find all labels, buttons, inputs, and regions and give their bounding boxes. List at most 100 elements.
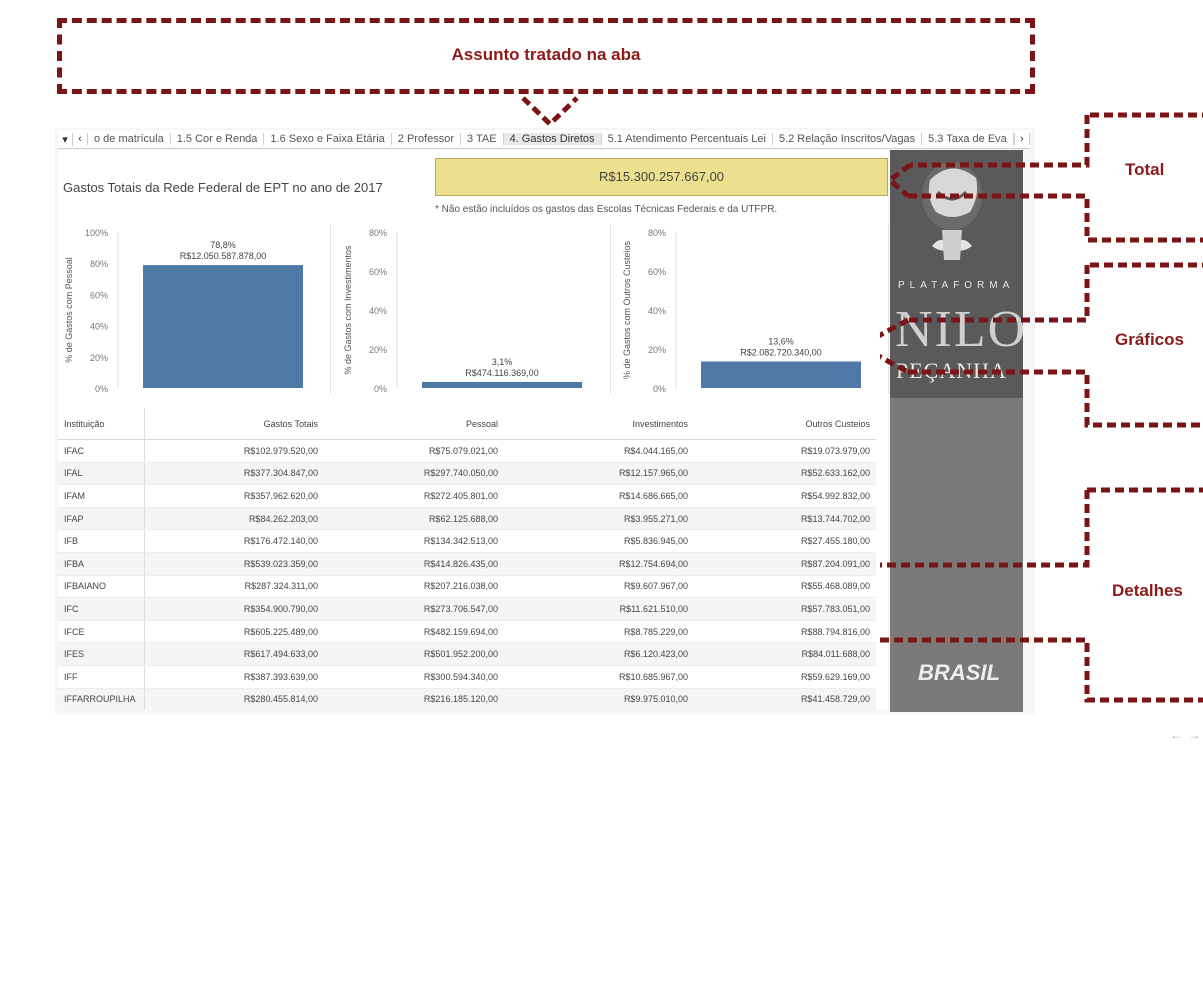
table-header[interactable]: Instituição	[58, 408, 145, 440]
value-cell: R$9.607.967,00	[504, 575, 694, 599]
bar[interactable]	[422, 381, 582, 388]
tab-gastos-diretos[interactable]: 4. Gastos Diretos	[503, 133, 602, 145]
tab-cor-renda[interactable]: 1.5 Cor e Renda	[171, 133, 265, 145]
table-row[interactable]: IFAP R$84.262.203,00 R$62.125.688,00 R$3.95…	[58, 507, 876, 531]
value-cell: R$62.125.688,00	[324, 507, 504, 531]
value-cell: R$8.785.229,00	[504, 620, 694, 644]
value-cell: R$414.826.435,00	[324, 552, 504, 576]
value-cell: R$617.494.633,00	[144, 642, 324, 666]
table-header[interactable]: Gastos Totais	[144, 408, 324, 440]
institution-cell: IFFARROUPILHA	[58, 688, 145, 710]
nav-arrows-icon[interactable]: ← →	[1170, 728, 1201, 742]
table-header[interactable]: Pessoal	[324, 408, 504, 440]
y-tick-label: 100%	[85, 228, 108, 238]
value-cell: R$273.706.547,00	[324, 597, 504, 621]
table-header[interactable]: Outros Custeios	[694, 408, 876, 440]
value-cell: R$59.629.169,00	[694, 665, 876, 689]
value-cell: R$75.079.021,00	[324, 439, 504, 463]
bar-percent-label: 78,8%	[210, 240, 236, 250]
value-cell: R$11.621.510,00	[504, 597, 694, 621]
value-cell: R$176.472.140,00	[144, 529, 324, 553]
table-row[interactable]: IFBA R$539.023.359,00 R$414.826.435,00 R$12…	[58, 552, 876, 576]
bar-amount-label: R$2.082.720.340,00	[740, 347, 822, 357]
tab-sexo-faixa[interactable]: 1.6 Sexo e Faixa Etária	[264, 133, 392, 145]
total-value-box[interactable]: R$15.300.257.667,00	[435, 158, 888, 196]
value-cell: R$52.633.162,00	[694, 462, 876, 486]
annotation-total-label: Total	[1125, 160, 1165, 179]
footnote: * Não estão incluídos os gastos das Esco…	[435, 204, 778, 215]
y-tick-label: 60%	[369, 267, 387, 277]
value-cell: R$357.962.620,00	[144, 484, 324, 508]
value-cell: R$3.955.271,00	[504, 507, 694, 531]
value-cell: R$84.011.688,00	[694, 642, 876, 666]
value-cell: R$27.455.180,00	[694, 529, 876, 553]
table-row[interactable]: IFAL R$377.304.847,00 R$297.740.050,00 R$12…	[58, 462, 876, 486]
table-row[interactable]: IFBAIANO R$287.324.311,00 R$207.216.038,00…	[58, 575, 876, 599]
institution-cell: IFBAIANO	[58, 575, 145, 599]
details-table[interactable]: Instituição Gastos Totais Pessoal Investime…	[58, 408, 876, 710]
tab-atendimento[interactable]: 5.1 Atendimento Percentuais Lei	[602, 133, 773, 145]
chart-outros-custeios[interactable]: 80% 60% 40% 20% 0% % de Gastos com Outros Cus…	[616, 224, 889, 394]
value-cell: R$297.740.050,00	[324, 462, 504, 486]
value-cell: R$4.044.165,00	[504, 439, 694, 463]
value-cell: R$87.204.091,00	[694, 552, 876, 576]
y-tick-label: 0%	[653, 384, 666, 394]
value-cell: R$207.216.038,00	[324, 575, 504, 599]
value-cell: R$377.304.847,00	[144, 462, 324, 486]
institution-cell: IFAM	[58, 484, 145, 508]
bar[interactable]	[143, 265, 303, 388]
value-cell: R$605.225.489,00	[144, 620, 324, 644]
annotation-detalhes-label: Detalhes	[1112, 581, 1183, 600]
tab-matricula[interactable]: o de matrícula	[88, 133, 171, 145]
chart-investimentos[interactable]: 80% 60% 40% 20% 0% % de Gastos com Investimen…	[337, 224, 611, 394]
annotation-arrow-down	[521, 96, 579, 128]
value-cell: R$482.159.694,00	[324, 620, 504, 644]
table-row[interactable]: IFAC R$102.979.520,00 R$75.079.021,00 R$4.0…	[58, 439, 876, 463]
bar[interactable]	[701, 361, 861, 388]
y-tick-label: 20%	[648, 345, 666, 355]
table-row[interactable]: IFAM R$357.962.620,00 R$272.405.801,00 R$14…	[58, 484, 876, 508]
annotation-graficos-label: Gráficos	[1115, 330, 1184, 349]
tab-tae[interactable]: 3 TAE	[461, 133, 504, 145]
bar-percent-label: 3,1%	[492, 357, 513, 367]
y-tick-label: 80%	[369, 228, 387, 238]
annotation-subject-label: Assunto tratado na aba	[451, 45, 641, 64]
value-cell: R$5.836.945,00	[504, 529, 694, 553]
y-tick-label: 20%	[90, 353, 108, 363]
value-cell: R$84.262.203,00	[144, 507, 324, 531]
institution-cell: IFBA	[58, 552, 145, 576]
y-tick-label: 80%	[648, 228, 666, 238]
value-cell: R$280.455.814,00	[144, 688, 324, 710]
y-tick-label: 60%	[90, 290, 108, 300]
value-cell: R$300.594.340,00	[324, 665, 504, 689]
value-cell: R$14.686.665,00	[504, 484, 694, 508]
value-cell: R$287.324.311,00	[144, 575, 324, 599]
annotation-arrows	[880, 112, 1203, 703]
table-row[interactable]: IFFARROUPILHA R$280.455.814,00 R$216.185.1…	[58, 688, 876, 710]
table-row[interactable]: IFF R$387.393.639,00 R$300.594.340,00 R$10.…	[58, 665, 876, 689]
value-cell: R$216.185.120,00	[324, 688, 504, 710]
table-row[interactable]: IFC R$354.900.790,00 R$273.706.547,00 R$11.…	[58, 597, 876, 621]
y-tick-label: 80%	[90, 259, 108, 269]
institution-cell: IFAL	[58, 462, 145, 486]
tab-menu-icon[interactable]: ▾	[58, 132, 73, 146]
value-cell: R$54.992.832,00	[694, 484, 876, 508]
value-cell: R$354.900.790,00	[144, 597, 324, 621]
value-cell: R$9.975.010,00	[504, 688, 694, 710]
table-row[interactable]: IFCE R$605.225.489,00 R$482.159.694,00 R$8.…	[58, 620, 876, 644]
tab-scroll-left-icon[interactable]: ‹	[73, 133, 88, 145]
table-header[interactable]: Investimentos	[504, 408, 694, 440]
value-cell: R$6.120.423,00	[504, 642, 694, 666]
value-cell: R$57.783.051,00	[694, 597, 876, 621]
tab-professor[interactable]: 2 Professor	[392, 133, 462, 145]
institution-cell: IFC	[58, 597, 145, 621]
y-axis-label: % de Gastos com Outros Custeios	[622, 240, 632, 379]
chart-pessoal[interactable]: 100% 80% 60% 40% 20% 0% % de Gastos com Pessoa…	[58, 224, 331, 394]
value-cell: R$88.794.816,00	[694, 620, 876, 644]
y-tick-label: 60%	[648, 267, 666, 277]
table-row[interactable]: IFES R$617.494.633,00 R$501.952.200,00 R$6.…	[58, 642, 876, 666]
value-cell: R$134.342.513,00	[324, 529, 504, 553]
table-row[interactable]: IFB R$176.472.140,00 R$134.342.513,00 R$5.8…	[58, 529, 876, 553]
institution-cell: IFAC	[58, 439, 145, 463]
institution-cell: IFAP	[58, 507, 145, 531]
